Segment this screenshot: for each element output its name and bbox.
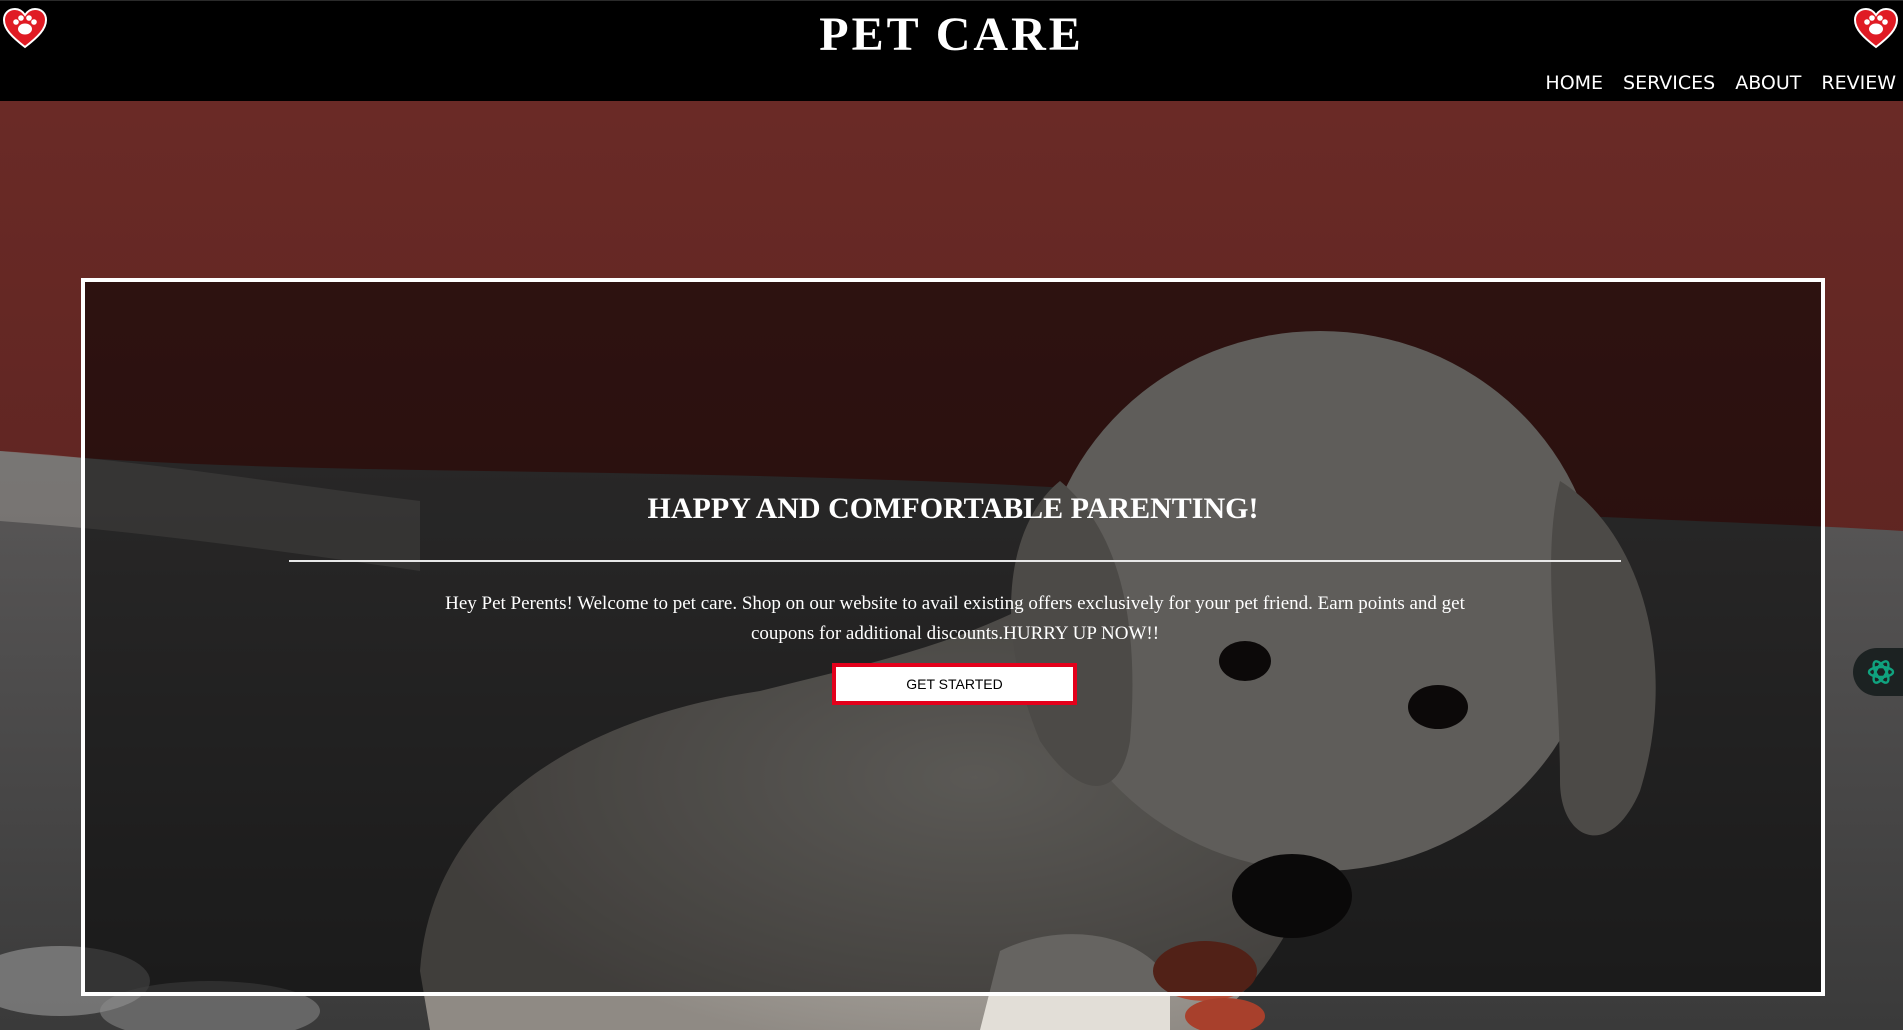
main-nav: HOME SERVICES ABOUT REVIEW	[1545, 72, 1896, 94]
hero-heading: HAPPY AND COMFORTABLE PARENTING!	[647, 492, 1259, 525]
get-started-button[interactable]: GET STARTED	[832, 663, 1077, 705]
heart-paw-icon[interactable]	[1853, 7, 1899, 49]
ai-assistant-widget[interactable]	[1853, 648, 1903, 696]
site-header: PET CARE HOME SERVICES ABOUT REVIEW	[0, 0, 1903, 101]
site-title: PET CARE	[819, 8, 1084, 61]
hero-divider	[289, 560, 1621, 562]
hero-description: Hey Pet Perents! Welcome to pet care. Sh…	[445, 593, 1465, 644]
page: PET CARE HOME SERVICES ABOUT REVIEW HAPP…	[0, 0, 1903, 1030]
hero-frame: HAPPY AND COMFORTABLE PARENTING! Hey Pet…	[81, 278, 1825, 996]
nav-home-link[interactable]: HOME	[1545, 72, 1603, 94]
ai-assistant-icon	[1867, 660, 1895, 684]
nav-services-link[interactable]: SERVICES	[1623, 72, 1715, 94]
nav-review-link[interactable]: REVIEW	[1821, 72, 1896, 94]
nav-about-link[interactable]: ABOUT	[1735, 72, 1801, 94]
hero-section: HAPPY AND COMFORTABLE PARENTING! Hey Pet…	[0, 101, 1903, 1030]
